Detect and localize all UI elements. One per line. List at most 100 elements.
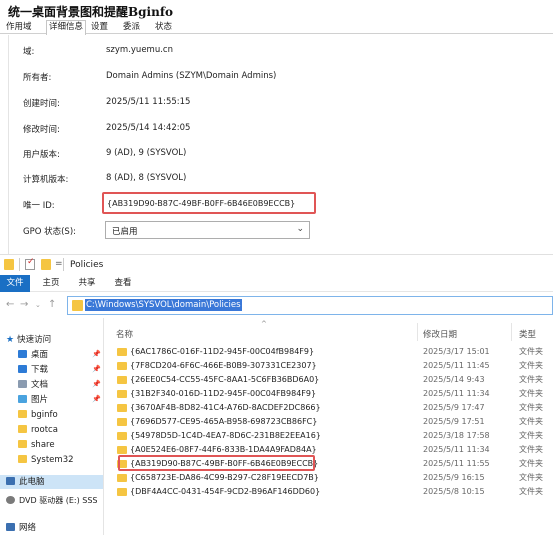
column-header-date[interactable]: 修改日期 <box>423 328 457 340</box>
table-row[interactable]: {7F8CD204-6F6C-466E-B0B9-307331CE2307} 20… <box>107 359 553 373</box>
gpo-status-value: 已启用 <box>112 227 138 237</box>
nav-item-downloads[interactable]: 下载 <box>18 363 48 377</box>
sort-up-icon: ^ <box>261 320 267 328</box>
pin-icon[interactable]: 📌 <box>92 350 101 358</box>
table-row[interactable]: {3670AF4B-8D82-41C4-A76D-8ACDEF2DC866} 20… <box>107 401 553 415</box>
computer-icon <box>6 477 15 485</box>
nav-item-system32[interactable]: System32 <box>18 453 74 467</box>
window-title: Policies <box>70 260 104 270</box>
nav-item-pictures[interactable]: 图片 <box>18 393 48 407</box>
created-label: 创建时间: <box>23 99 60 109</box>
unique-id-label: 唯一 ID: <box>23 201 55 211</box>
explorer-title-bar: = Policies <box>0 255 553 275</box>
folder-icon <box>18 455 27 463</box>
desktop-icon <box>18 350 27 358</box>
computer-version-label: 计算机版本: <box>23 175 69 185</box>
file-list: ^ 名称 修改日期 类型 {6AC1786C-016F-11D2-945F-00… <box>107 318 553 535</box>
ribbon-tab-file[interactable]: 文件 <box>0 275 30 292</box>
address-bar: ← → ⌄ ↑ C:\Windows\SYSVOL\domain\Policie… <box>0 293 553 318</box>
chevron-down-icon: ⌄ <box>296 224 304 234</box>
modified-value: 2025/5/14 14:42:05 <box>106 123 191 133</box>
column-divider[interactable] <box>417 323 418 341</box>
ribbon-tab-home[interactable]: 主页 <box>36 275 66 292</box>
forward-arrow-icon[interactable]: → <box>20 299 28 310</box>
ribbon-tab-share[interactable]: 共享 <box>72 275 102 292</box>
customize-toolbar-icon[interactable]: = <box>55 259 63 269</box>
document-icon <box>18 380 27 388</box>
ribbon-tab-bar: 文件 主页 共享 查看 <box>0 275 553 292</box>
table-row[interactable]: {C658723E-DA86-4C99-B297-C28F19EECD7B} 20… <box>107 471 553 485</box>
properties-icon[interactable] <box>25 257 35 270</box>
table-row[interactable]: {6AC1786C-016F-11D2-945F-00C04fB984F9} 20… <box>107 345 553 359</box>
user-version-label: 用户版本: <box>23 150 60 160</box>
folder-icon <box>72 300 83 311</box>
folder-icon <box>117 376 127 384</box>
column-header-name[interactable]: 名称 <box>116 328 133 340</box>
nav-item-documents[interactable]: 文档 <box>18 378 48 392</box>
tab-details[interactable]: 详细信息 <box>46 20 87 35</box>
nav-item-share[interactable]: share <box>18 438 55 452</box>
folder-icon <box>18 410 27 418</box>
folder-icon <box>117 432 127 440</box>
owner-label: 所有者: <box>23 73 52 83</box>
tab-scope[interactable]: 作用域 <box>3 20 35 34</box>
table-row[interactable]: {26EE0C54-CC55-45FC-8AA1-5C6FB36BD6A0} 20… <box>107 373 553 387</box>
gpo-status-select[interactable]: 已启用 ⌄ <box>105 221 310 239</box>
gpo-details-body: 域: szym.yuemu.cn 所有者: Domain Admins (SZY… <box>8 35 553 254</box>
nav-item-desktop[interactable]: 桌面 <box>18 348 48 362</box>
folder-icon <box>117 474 127 482</box>
chevron-down-icon[interactable]: ⌄ <box>35 301 41 309</box>
computer-version-value: 8 (AD), 8 (SYSVOL) <box>106 173 187 183</box>
network-icon <box>6 523 15 531</box>
up-arrow-icon[interactable]: ↑ <box>48 299 56 310</box>
user-version-value: 9 (AD), 9 (SYSVOL) <box>106 148 187 158</box>
table-row[interactable]: {DBF4A4CC-0431-454F-9CD2-B96AF146DD60} 20… <box>107 485 553 499</box>
dvd-drive-icon <box>6 496 15 504</box>
divider <box>19 258 20 271</box>
nav-network[interactable]: 网络 <box>6 521 36 535</box>
column-header-type[interactable]: 类型 <box>519 328 536 340</box>
domain-label: 域: <box>23 47 35 57</box>
domain-value: szym.yuemu.cn <box>106 45 173 55</box>
folder-icon <box>117 418 127 426</box>
nav-this-pc[interactable]: 此电脑 <box>6 475 45 489</box>
pin-icon[interactable]: 📌 <box>92 380 101 388</box>
nav-item-rootca[interactable]: rootca <box>18 423 58 437</box>
column-divider[interactable] <box>511 323 512 341</box>
tab-delegation[interactable]: 委派 <box>120 20 143 34</box>
nav-dvd-drive[interactable]: DVD 驱动器 (E:) SSS <box>6 494 98 508</box>
gpo-tab-bar: 作用域 详细信息 设置 委派 状态 <box>0 20 553 35</box>
ribbon-tab-view[interactable]: 查看 <box>108 275 138 292</box>
folder-icon <box>117 404 127 412</box>
picture-icon <box>18 395 27 403</box>
tab-status[interactable]: 状态 <box>152 20 175 34</box>
download-icon <box>18 365 27 373</box>
nav-quick-access[interactable]: ★ 快速访问 <box>6 333 51 347</box>
folder-icon <box>18 440 27 448</box>
back-arrow-icon[interactable]: ← <box>6 299 14 310</box>
divider <box>63 258 64 271</box>
nav-item-bginfo[interactable]: bginfo <box>18 408 58 422</box>
folder-icon <box>117 348 127 356</box>
unique-id-value: {AB319D90-B87C-49BF-B0FF-6B46E0B9ECCB} <box>107 199 296 208</box>
pin-icon[interactable]: 📌 <box>92 365 101 373</box>
file-explorer-window: = Policies 文件 主页 共享 查看 ← → ⌄ ↑ C:\Window… <box>0 254 553 535</box>
folder-icon <box>117 362 127 370</box>
table-row[interactable]: {7696D577-CE95-465A-B958-698723CB86FC} 20… <box>107 415 553 429</box>
gpo-details-panel: 统一桌面背景图和提醒Bginfo 作用域 详细信息 设置 委派 状态 域: sz… <box>0 0 553 254</box>
folder-icon <box>117 488 127 496</box>
address-input[interactable]: C:\Windows\SYSVOL\domain\Policies <box>67 296 553 315</box>
folder-icon <box>4 259 14 270</box>
table-row[interactable]: {54978D5D-1C4D-4EA7-8D6C-231B8E2EEA16} 20… <box>107 429 553 443</box>
star-icon: ★ <box>6 335 15 345</box>
table-row[interactable]: {31B2F340-016D-11D2-945F-00C04FB984F9} 20… <box>107 387 553 401</box>
folder-icon <box>117 446 127 454</box>
nav-scrollbar[interactable] <box>103 318 104 535</box>
created-value: 2025/5/11 11:55:15 <box>106 97 191 107</box>
address-text: C:\Windows\SYSVOL\domain\Policies <box>85 299 242 311</box>
pin-icon[interactable]: 📌 <box>92 395 101 403</box>
new-folder-icon[interactable] <box>41 259 51 270</box>
tab-settings[interactable]: 设置 <box>88 20 111 34</box>
navigation-pane: ★ 快速访问 桌面 📌 下载 📌 文档 📌 图片 📌 bginfo rootca … <box>0 318 107 535</box>
folder-icon <box>117 390 127 398</box>
